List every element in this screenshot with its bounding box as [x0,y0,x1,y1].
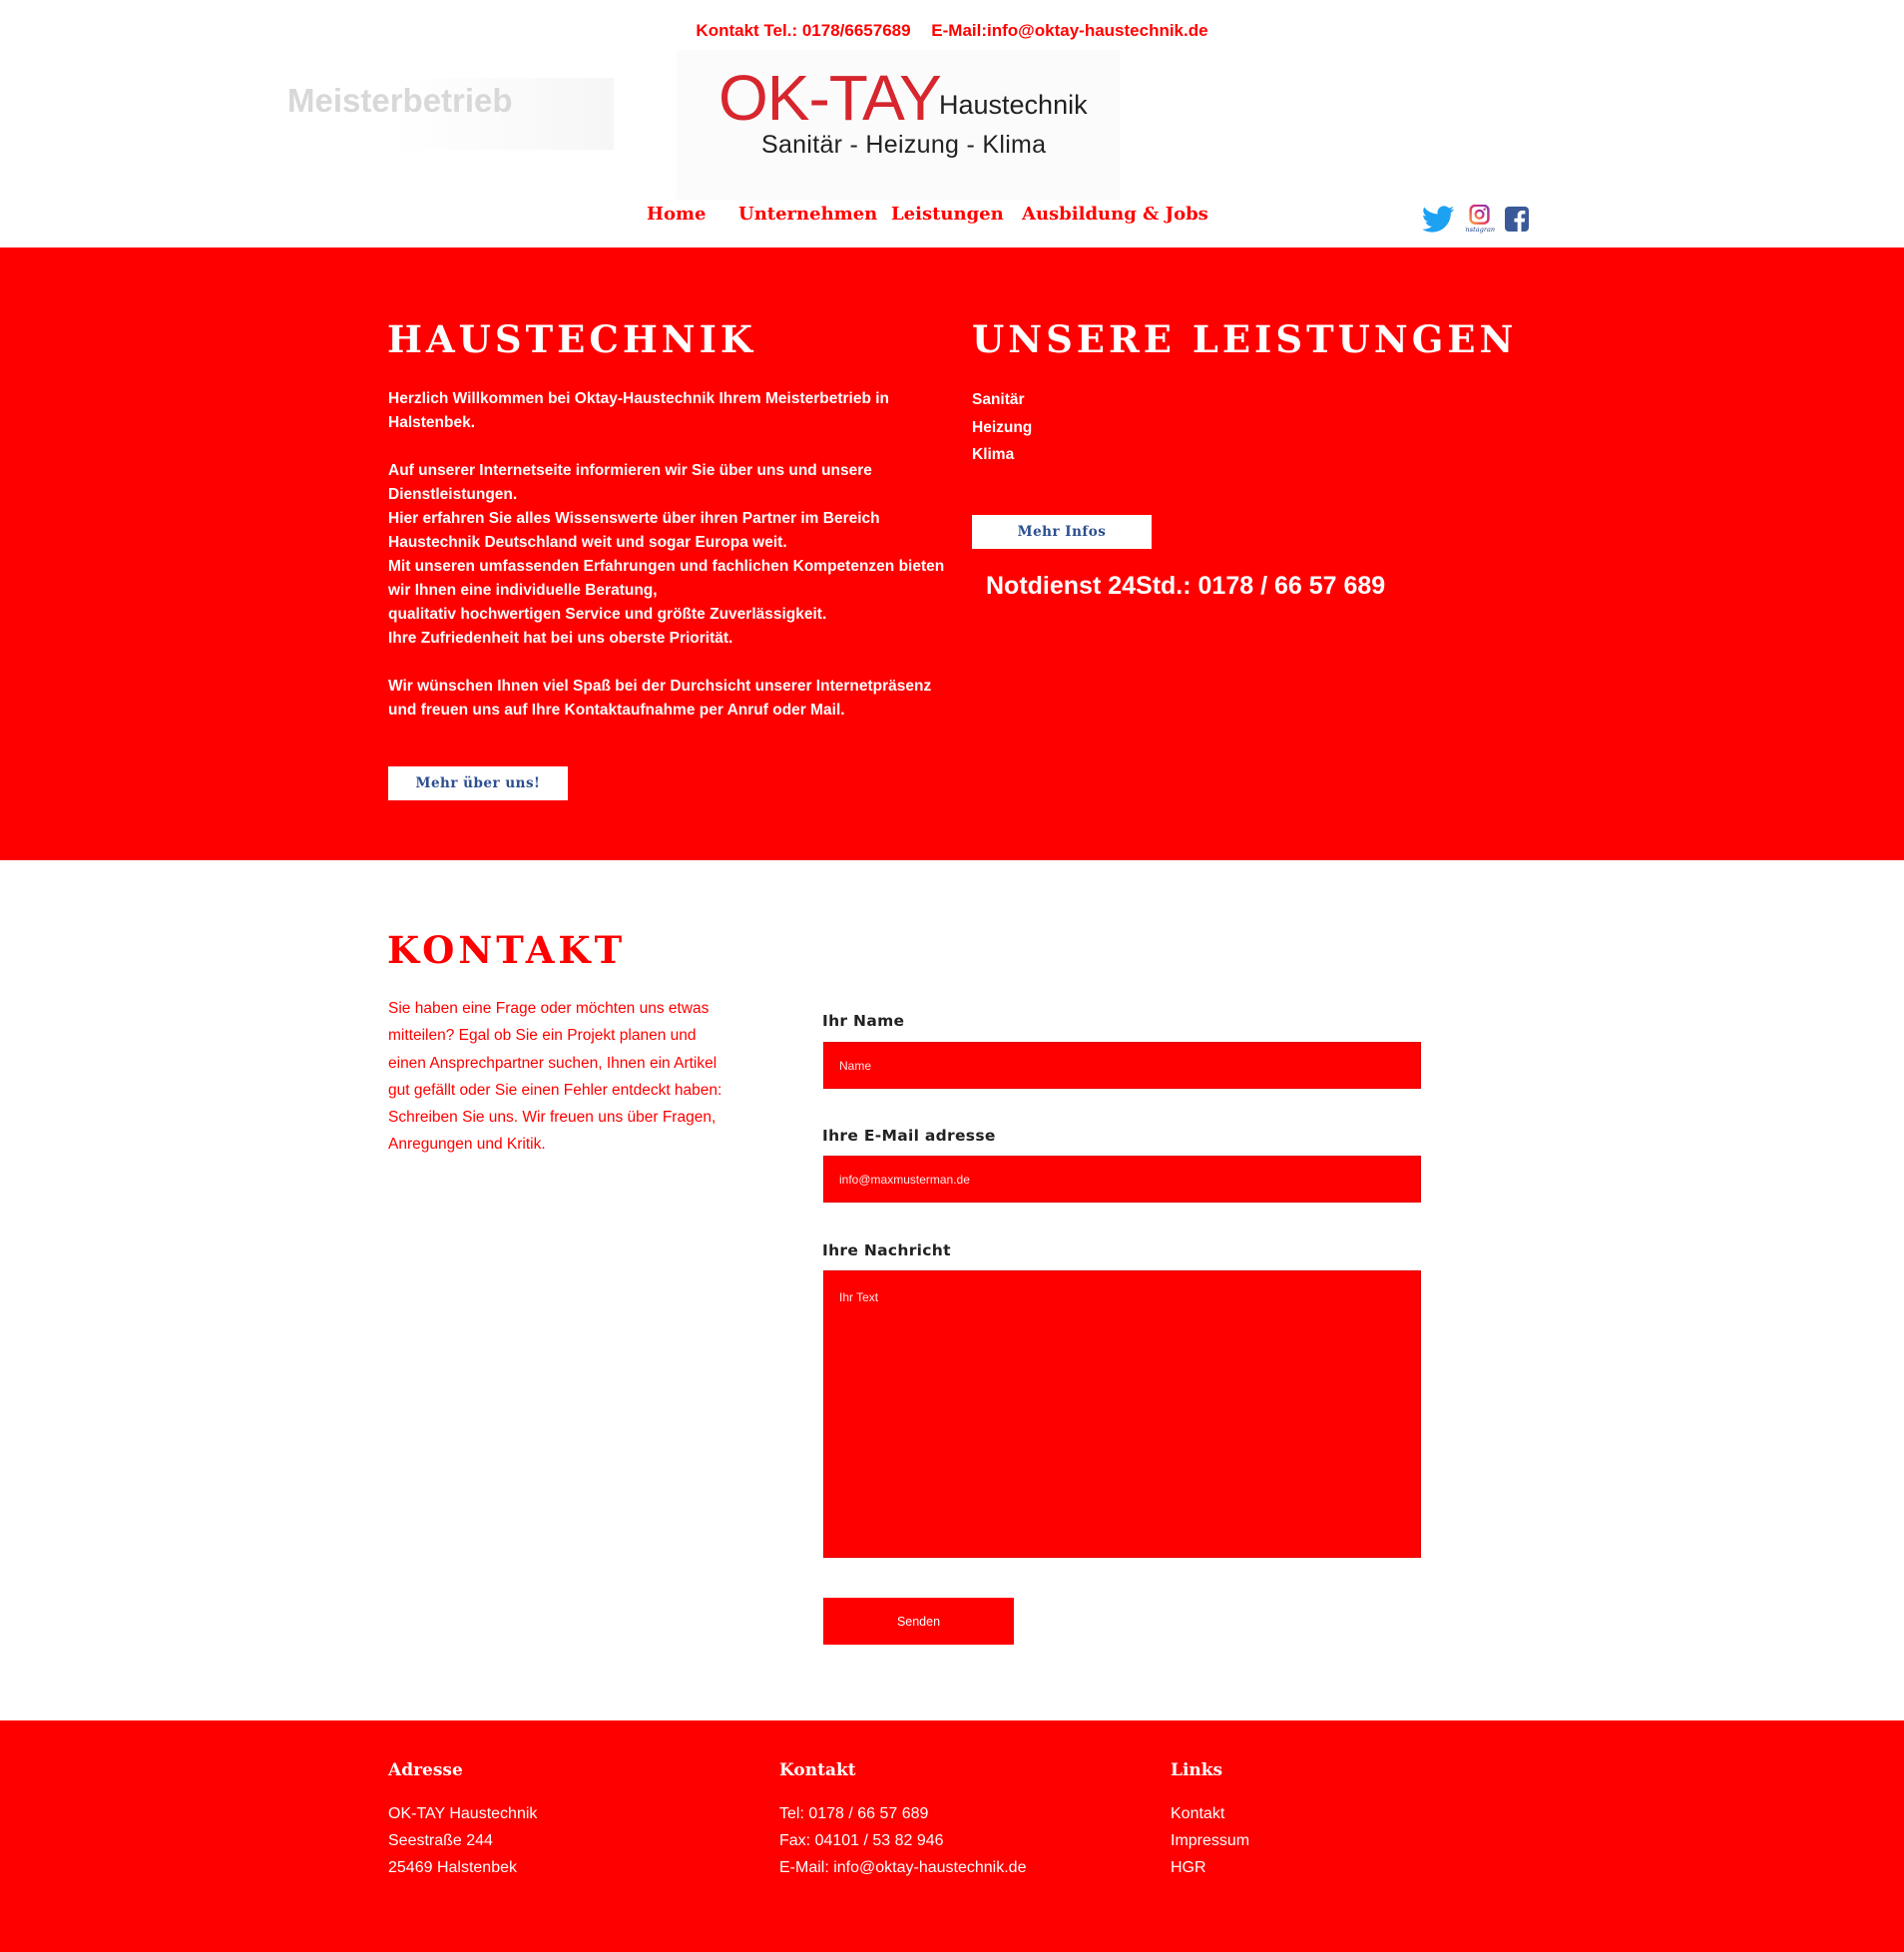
footer-links: Links Kontakt Impressum HGR [1171,1760,1249,1881]
top-contact-bar: Kontakt Tel.: 0178/6657689 E-Mail:info@o… [0,21,1904,41]
logo-subtitle: Haustechnik [939,90,1088,120]
twitter-icon[interactable] [1421,205,1455,235]
intro-line: Auf unserer Internetseite informieren wi… [388,462,872,503]
intro-line: Hier erfahren Sie alles Wissenswerte übe… [388,510,880,551]
intro-line: qualitativ hochwertigen Service und größ… [388,606,827,623]
top-email[interactable]: E-Mail:info@oktay-haustechnik.de [931,21,1207,40]
footer-link-impressum[interactable]: Impressum [1171,1832,1249,1849]
footer-address-line: OK-TAY Haustechnik [388,1805,538,1822]
instagram-icon[interactable]: Instagram [1465,205,1495,235]
footer-email[interactable]: E-Mail: info@oktay-haustechnik.de [779,1854,1026,1881]
kontakt-body: Egal ob Sie ein Projekt planen und einen… [388,1027,722,1154]
email-input[interactable] [823,1156,1421,1203]
footer-address-line: 25469 Halstenbek [388,1859,517,1876]
services-list: Sanitär Heizung Klima [972,390,1032,473]
footer-link-hgr[interactable]: HGR [1171,1859,1206,1876]
top-phone[interactable]: Kontakt Tel.: 0178/6657689 [696,21,910,40]
logo-tagline: Sanitär - Heizung - Klima [761,131,1047,159]
email-label: Ihre E-Mail adresse [822,1127,996,1145]
logo-wordmark[interactable]: OK-TAY [718,66,942,130]
intro-text: Herzlich Willkommen bei Oktay-Haustechni… [388,387,947,746]
intro-line: Ihre Zufriedenheit hat bei uns oberste P… [388,630,733,647]
mehr-infos-button[interactable]: Mehr Infos [972,515,1152,549]
intro-closing: Wir wünschen Ihnen viel Spaß bei der Dur… [388,678,932,719]
main-nav: Home Unternehmen Leistungen Ausbildung &… [0,204,1904,232]
intro-welcome: Herzlich Willkommen bei Oktay-Haustechni… [388,390,890,431]
notdienst-phone[interactable]: Notdienst 24Std.: 0178 / 66 57 689 [986,572,1385,601]
haustechnik-heading: HAUSTECHNIK [387,317,757,361]
name-input[interactable] [823,1042,1421,1089]
mehr-ueber-uns-button[interactable]: Mehr über uns! [388,766,568,800]
facebook-icon[interactable] [1503,205,1531,235]
instagram-caption: Instagram [1465,226,1495,234]
intro-line: Mit unseren umfassenden Erfahrungen und … [388,558,945,599]
footer-phone[interactable]: Tel: 0178 / 66 57 689 [779,1800,1026,1827]
nav-unternehmen[interactable]: Unternehmen [738,204,877,225]
footer-links-title: Links [1171,1760,1223,1780]
footer-link-kontakt[interactable]: Kontakt [1171,1805,1224,1822]
senden-button[interactable]: Senden [823,1598,1014,1645]
kontakt-heading: KONTAKT [387,928,627,972]
message-label: Ihre Nachricht [822,1241,951,1259]
name-label: Ihr Name [822,1012,905,1030]
message-textarea[interactable] [823,1270,1421,1558]
leistungen-heading: UNSERE LEISTUNGEN [972,317,1518,361]
footer-address: Adresse OK-TAY Haustechnik Seestraße 244… [388,1760,537,1881]
footer-fax: Fax: 04101 / 53 82 946 [779,1832,944,1849]
kontakt-text: Sie haben eine Frage oder möchten uns et… [388,995,737,1159]
service-item-sanitaer: Sanitär [972,391,1025,408]
footer-address-title: Adresse [388,1760,463,1780]
nav-ausbildung-jobs[interactable]: Ausbildung & Jobs [1022,204,1208,225]
footer-contact-title: Kontakt [779,1760,856,1780]
meister-badge: Meisterbetrieb [287,82,513,119]
nav-leistungen[interactable]: Leistungen [891,204,1004,225]
intro-section [0,247,1904,860]
footer-address-line: Seestraße 244 [388,1832,493,1849]
service-item-klima: Klima [972,446,1015,463]
footer-contact: Kontakt Tel: 0178 / 66 57 689 Fax: 04101… [779,1760,1026,1881]
nav-home[interactable]: Home [647,204,707,225]
service-item-heizung: Heizung [972,418,1033,436]
